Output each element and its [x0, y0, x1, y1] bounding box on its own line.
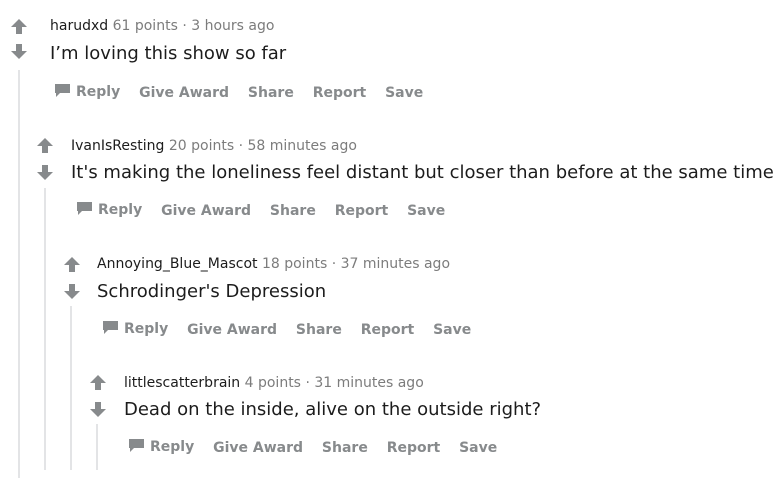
timestamp[interactable]: 58 minutes ago — [248, 138, 357, 154]
give-award-button[interactable]: Give Award — [161, 203, 251, 219]
comment-body: I’m loving this show so far — [50, 43, 287, 64]
points-count: 4 points — [244, 375, 301, 391]
speech-bubble-icon — [76, 201, 93, 221]
comment-body: Dead on the inside, alive on the outside… — [124, 399, 542, 420]
upvote-arrow-icon[interactable] — [63, 256, 81, 274]
timestamp[interactable]: 31 minutes ago — [314, 375, 423, 391]
comment-actions: Reply Give Award Share Report Save — [54, 82, 437, 102]
thread-line-1[interactable] — [18, 70, 20, 478]
give-award-button[interactable]: Give Award — [187, 322, 277, 338]
comment-body: Schrodinger's Depression — [97, 281, 327, 302]
points-count: 18 points — [261, 256, 328, 272]
reply-label: Reply — [98, 202, 143, 218]
report-button[interactable]: Report — [335, 203, 389, 219]
comment-actions: Reply Give Award Share Report Save — [128, 437, 511, 457]
give-award-button[interactable]: Give Award — [213, 440, 303, 456]
downvote-arrow-icon[interactable] — [89, 400, 107, 418]
share-button[interactable]: Share — [322, 440, 368, 456]
speech-bubble-icon — [128, 438, 145, 458]
report-button[interactable]: Report — [387, 440, 441, 456]
share-button[interactable]: Share — [248, 85, 294, 101]
downvote-arrow-icon[interactable] — [36, 163, 54, 181]
report-button[interactable]: Report — [313, 85, 367, 101]
separator: · — [238, 138, 244, 154]
save-button[interactable]: Save — [407, 203, 445, 219]
upvote-arrow-icon[interactable] — [89, 374, 107, 392]
speech-bubble-icon — [54, 83, 71, 103]
timestamp[interactable]: 37 minutes ago — [341, 256, 450, 272]
thread-line-3[interactable] — [70, 306, 72, 470]
upvote-arrow-icon[interactable] — [10, 18, 28, 36]
reply-button[interactable]: Reply — [54, 82, 120, 102]
author-name[interactable]: littlescatterbrain — [124, 375, 240, 391]
reply-label: Reply — [150, 439, 195, 455]
reply-label: Reply — [124, 321, 169, 337]
save-button[interactable]: Save — [385, 85, 423, 101]
comment-meta: IvanIsResting 20 points · 58 minutes ago — [71, 137, 357, 155]
downvote-arrow-icon[interactable] — [63, 282, 81, 300]
separator: · — [182, 18, 187, 34]
reply-button[interactable]: Reply — [102, 319, 168, 339]
points-count: 61 points — [112, 18, 178, 34]
save-button[interactable]: Save — [459, 440, 497, 456]
comment-meta: harudxd 61 points · 3 hours ago — [50, 17, 274, 35]
author-name[interactable]: harudxd — [50, 18, 108, 34]
thread-line-2[interactable] — [44, 188, 46, 470]
timestamp[interactable]: 3 hours ago — [191, 18, 274, 34]
reply-label: Reply — [76, 84, 121, 100]
share-button[interactable]: Share — [270, 203, 316, 219]
report-button[interactable]: Report — [361, 322, 415, 338]
points-count: 20 points — [168, 138, 235, 154]
reply-button[interactable]: Reply — [128, 437, 194, 457]
speech-bubble-icon — [102, 320, 119, 340]
comment-meta: Annoying_Blue_Mascot 18 points · 37 minu… — [97, 255, 450, 273]
comment-body: It's making the loneliness feel distant … — [71, 162, 774, 183]
downvote-arrow-icon[interactable] — [10, 42, 28, 60]
comment-actions: Reply Give Award Share Report Save — [102, 319, 485, 339]
upvote-arrow-icon[interactable] — [36, 137, 54, 155]
share-button[interactable]: Share — [296, 322, 342, 338]
separator: · — [305, 375, 310, 391]
comment-meta: littlescatterbrain 4 points · 31 minutes… — [124, 374, 424, 392]
separator: · — [331, 256, 337, 272]
give-award-button[interactable]: Give Award — [139, 85, 229, 101]
thread-line-4[interactable] — [96, 424, 98, 470]
save-button[interactable]: Save — [433, 322, 471, 338]
comment-actions: Reply Give Award Share Report Save — [76, 200, 459, 220]
author-name[interactable]: IvanIsResting — [71, 138, 164, 154]
reply-button[interactable]: Reply — [76, 200, 142, 220]
author-name[interactable]: Annoying_Blue_Mascot — [97, 256, 258, 272]
